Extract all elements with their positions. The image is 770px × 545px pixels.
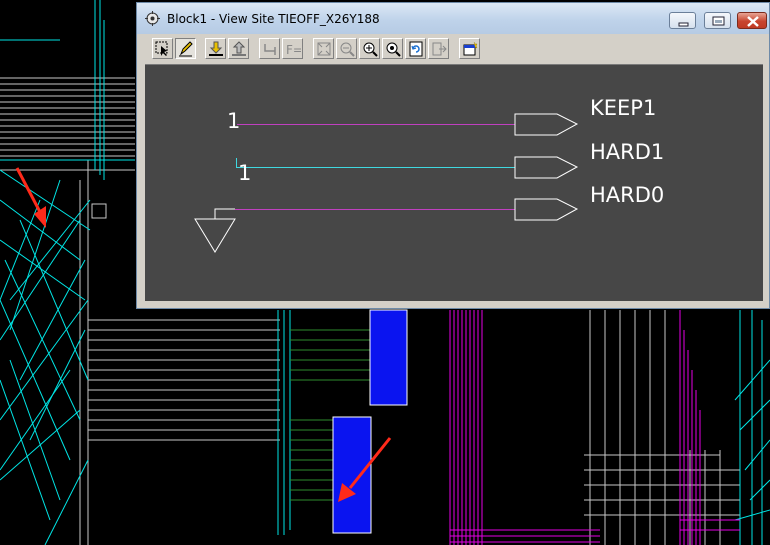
- hard1-port-label: HARD1: [590, 140, 665, 164]
- small-cell-marker: [91, 203, 107, 219]
- zoom-out-button[interactable]: [336, 38, 357, 59]
- keep1-output-port[interactable]: [514, 113, 580, 137]
- route-button[interactable]: [259, 38, 280, 59]
- toolbar: F=: [142, 36, 766, 63]
- hard1-net-wire[interactable]: [236, 167, 515, 168]
- keep1-port-label: KEEP1: [590, 96, 657, 120]
- svg-text:F=: F=: [286, 43, 301, 57]
- hard1-output-port[interactable]: [514, 156, 580, 180]
- app-chip-icon: [145, 11, 160, 26]
- pop-up-button[interactable]: [228, 38, 249, 59]
- minimize-icon: [678, 22, 689, 27]
- edit-button[interactable]: [175, 38, 196, 59]
- zoom-area-icon: [386, 42, 401, 57]
- minimize-button[interactable]: [669, 12, 696, 29]
- schematic-canvas[interactable]: 1 KEEP1 1 HARD1 HARD0: [145, 64, 763, 301]
- function-icon: F=: [286, 43, 301, 57]
- window-title: Block1 - View Site TIEOFF_X26Y188: [167, 12, 380, 26]
- select-icon: [155, 41, 168, 56]
- hard0-net-wire[interactable]: [235, 209, 515, 210]
- import-icon: [432, 42, 447, 56]
- push-down-button[interactable]: [205, 38, 226, 59]
- zoom-in-icon: [363, 42, 378, 57]
- keep1-net-wire[interactable]: [237, 124, 515, 125]
- hard1-source-label: 1: [238, 161, 252, 185]
- blue-block-upper: [369, 309, 408, 406]
- magenta-wire-bundle: [449, 310, 740, 545]
- maximize-icon: [712, 16, 725, 26]
- zoom-fit-button[interactable]: [313, 38, 334, 59]
- hard0-output-port[interactable]: [514, 198, 580, 222]
- pop-up-icon: [232, 41, 246, 56]
- maximize-button[interactable]: [704, 12, 731, 29]
- keep1-source-label: 1: [227, 109, 241, 133]
- title-bar[interactable]: Block1 - View Site TIEOFF_X26Y188: [137, 3, 769, 34]
- zoom-out-icon: [340, 42, 355, 57]
- select-button[interactable]: [152, 38, 173, 59]
- close-button[interactable]: [737, 12, 767, 29]
- push-down-icon: [209, 41, 223, 56]
- hard1-net-stub: [236, 158, 237, 167]
- ground-symbol-icon: [194, 208, 236, 253]
- hard0-port-label: HARD0: [590, 183, 665, 207]
- properties-button[interactable]: [459, 38, 480, 59]
- close-icon: [747, 16, 759, 27]
- properties-icon: [463, 41, 478, 56]
- blue-block-lower: [332, 416, 372, 534]
- function-button[interactable]: F=: [282, 38, 303, 59]
- view-site-window[interactable]: Block1 - View Site TIEOFF_X26Y188 F= 1 K…: [136, 2, 770, 309]
- zoom-area-button[interactable]: [382, 38, 403, 59]
- route-icon: [264, 44, 276, 55]
- import-button[interactable]: [428, 38, 449, 59]
- edit-pencil-icon: [179, 41, 193, 57]
- zoom-fit-icon: [317, 42, 331, 56]
- zoom-in-button[interactable]: [359, 38, 380, 59]
- refresh-icon: [409, 41, 423, 57]
- refresh-button[interactable]: [405, 38, 426, 59]
